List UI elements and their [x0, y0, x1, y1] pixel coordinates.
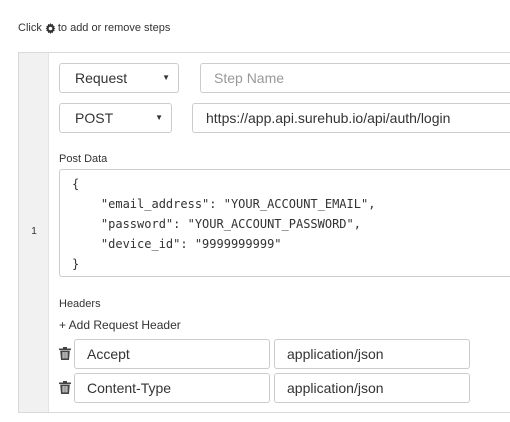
code-line: {: [72, 177, 80, 191]
trash-icon[interactable]: [59, 381, 71, 394]
hint-prefix: Click: [18, 22, 42, 34]
step-gutter: 1: [19, 53, 49, 412]
chevron-down-icon: ▼: [162, 73, 170, 82]
post-data-editor[interactable]: { "email_address": "YOUR_ACCOUNT_EMAIL",…: [59, 169, 510, 277]
post-data-label: Post Data: [59, 153, 108, 165]
code-line: "email_address": "YOUR_ACCOUNT_EMAIL",: [72, 197, 376, 211]
steps-hint: Click to add or remove steps: [18, 22, 170, 34]
step-panel: 1 Request ▼ Step Name POST ▼ https://app…: [18, 52, 510, 413]
step-number: 1: [31, 226, 37, 237]
step-name-input[interactable]: Step Name: [200, 63, 510, 93]
gear-icon[interactable]: [45, 22, 56, 34]
header-name-input[interactable]: Accept: [74, 339, 270, 369]
step-type-value: Request: [75, 70, 128, 86]
header-name-input[interactable]: Content-Type: [74, 373, 270, 403]
header-row: Accept application/json: [59, 339, 479, 369]
hint-suffix: to add or remove steps: [57, 22, 171, 34]
headers-label: Headers: [59, 298, 101, 310]
header-name-value: Accept: [87, 346, 130, 362]
header-value-input[interactable]: application/json: [274, 373, 470, 403]
method-value: POST: [75, 110, 114, 126]
step-name-placeholder: Step Name: [214, 70, 285, 86]
add-request-header-link[interactable]: + Add Request Header: [59, 318, 181, 332]
trash-icon[interactable]: [59, 347, 71, 360]
header-value-value: application/json: [287, 380, 384, 396]
code-line: "password": "YOUR_ACCOUNT_PASSWORD",: [72, 217, 361, 231]
header-value-value: application/json: [287, 346, 384, 362]
url-value: https://app.api.surehub.io/api/auth/logi…: [206, 110, 451, 126]
url-input[interactable]: https://app.api.surehub.io/api/auth/logi…: [192, 103, 510, 133]
header-value-input[interactable]: application/json: [274, 339, 470, 369]
header-row: Content-Type application/json: [59, 373, 479, 403]
code-line: "device_id": "9999999999": [72, 237, 282, 251]
header-name-value: Content-Type: [87, 380, 172, 396]
chevron-down-icon: ▼: [155, 113, 163, 122]
step-type-select[interactable]: Request ▼: [59, 63, 179, 93]
code-line: }: [72, 257, 80, 271]
method-select[interactable]: POST ▼: [59, 103, 172, 133]
